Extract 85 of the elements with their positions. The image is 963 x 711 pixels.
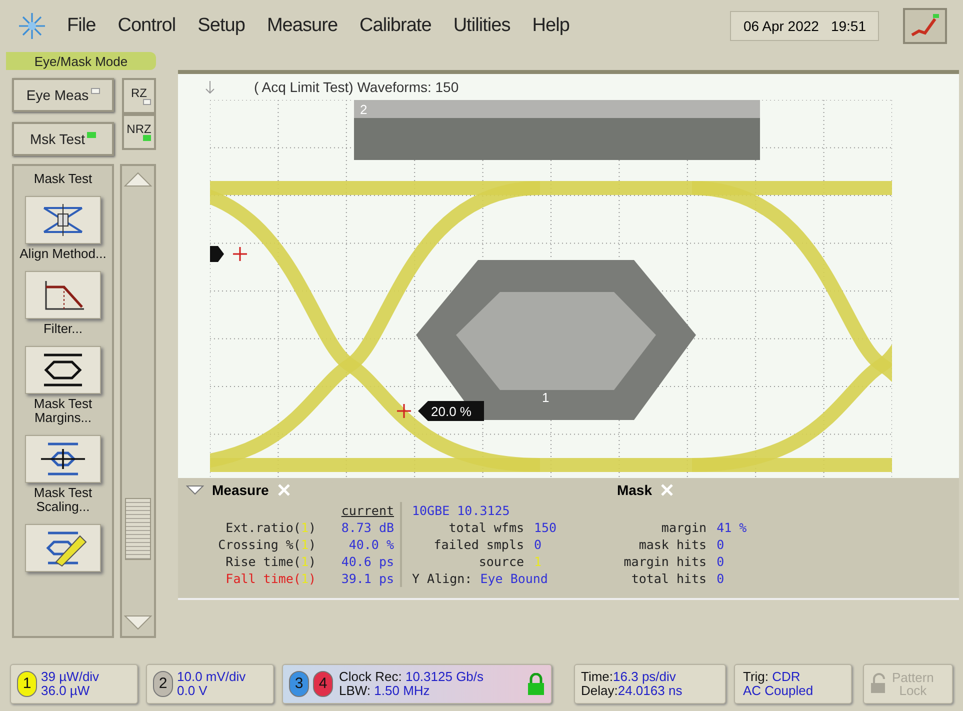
trigger-source: Trig: CDR [743, 670, 800, 684]
mode-button[interactable]: Eye Meas [12, 78, 114, 112]
stat-value: 0 [534, 536, 542, 553]
stat-value: 0 [716, 553, 724, 570]
stat-value: Eye Bound [480, 570, 548, 587]
softkey-button[interactable] [25, 271, 101, 319]
crosshair-marker-icon [396, 403, 412, 419]
measurement-label[interactable]: Ext.ratio(1) [226, 519, 316, 536]
loop-bandwidth: LBW: 1.50 MHz [339, 684, 431, 698]
scrollbar[interactable] [120, 164, 156, 638]
scroll-thumb[interactable] [125, 498, 151, 560]
reading-label [418, 401, 484, 421]
down-arrow-icon [204, 79, 216, 95]
stat-label: source [478, 553, 524, 570]
unlocked-padlock-icon [870, 673, 888, 695]
softkey-label: Align Method... [18, 247, 108, 261]
softkey-button[interactable] [25, 346, 101, 394]
channel-badge[interactable]: 3 [289, 671, 309, 697]
stat-label: total hits [630, 570, 707, 587]
menu-item[interactable]: Control [118, 12, 176, 40]
acquisition-status: ( Acq Limit Test) Waveforms: 150 [254, 78, 459, 97]
panel-heading: Mask Test [34, 172, 92, 186]
stat-value: 1 [534, 553, 542, 570]
channel-scale: 10.0 mV/div [177, 670, 246, 684]
scroll-up-icon[interactable] [123, 170, 153, 188]
channel-scale: 39 µW/div [41, 670, 100, 684]
time-text: 19:51 [830, 16, 866, 36]
mode-button[interactable]: Msk Test [12, 122, 114, 156]
menu-item[interactable]: Measure [266, 12, 338, 40]
trigger-coupling: AC Coupled [743, 684, 814, 698]
close-icon[interactable] [276, 483, 291, 497]
stat-label: mask hits [638, 536, 707, 553]
measurement-value: 40.0 % [348, 536, 394, 553]
menu-item[interactable]: File [67, 12, 96, 40]
format-button[interactable]: RZ [122, 78, 156, 114]
stat-label: failed smpls [432, 536, 524, 553]
softkey-label: Mask Test Margins... [32, 397, 94, 425]
mask-number: 2 [360, 102, 368, 117]
stat-value: 0 [716, 536, 724, 553]
clock-rate: Clock Rec: 10.3125 Gb/s [339, 670, 484, 684]
run-button[interactable] [903, 8, 947, 44]
timebase-button[interactable]: Time:16.3 ps/div Delay:24.0163 ns [574, 664, 726, 704]
starburst-logo-icon [16, 10, 48, 42]
measurement-label[interactable]: Crossing %(1) [218, 536, 316, 553]
signal-icon [909, 13, 941, 39]
menu-item[interactable]: Calibrate [360, 12, 432, 40]
channel-badge[interactable]: 4 [313, 671, 333, 697]
measurement-label[interactable]: Rise time(1) [226, 553, 316, 570]
stat-value: 41 % [716, 519, 747, 536]
timebase-setting: Time:16.3 ps/div [581, 670, 676, 684]
measurement-value: 8.73 dB [340, 519, 394, 536]
menu-item[interactable]: Setup [198, 12, 245, 40]
collapse-icon[interactable] [186, 484, 204, 496]
mask-number: 1 [542, 390, 550, 405]
stat-label: Y Align: [412, 570, 472, 587]
channel-scale: 0.0 V [177, 684, 208, 698]
measurement-value: 39.1 ps [340, 570, 394, 587]
mode-label: Eye/Mask Mode [6, 52, 156, 70]
softkey-button[interactable] [25, 196, 101, 244]
marker-arrow-icon [210, 246, 224, 262]
menu-item[interactable]: Help [532, 12, 570, 40]
softkey-label: Filter... [42, 322, 84, 336]
softkey-button[interactable] [25, 435, 101, 483]
stat-label: total wfms [448, 519, 524, 536]
stat-label: margin hits [622, 553, 707, 570]
softkey-label: Mask Test Scaling... [32, 486, 94, 514]
menu-item[interactable]: Utilities [453, 12, 510, 40]
channel-scale: 36.0 µW [41, 684, 90, 698]
scroll-down-icon[interactable] [123, 614, 153, 632]
channel-badge[interactable]: 2 [153, 671, 173, 697]
mask-standard: 10GBE 10.3125 [412, 502, 511, 519]
channel-badge[interactable]: 1 [17, 671, 37, 697]
column-header: current [341, 502, 394, 519]
stat-value: 150 [534, 519, 557, 536]
marker-reading: 20.0 % [431, 404, 472, 419]
clock-recovery-button[interactable]: 3 4 Clock Rec: 10.3125 Gb/s LBW: 1.50 MHz [282, 664, 552, 704]
stat-label: margin [660, 519, 707, 536]
format-button[interactable]: NRZ [122, 114, 156, 150]
measurement-value: 40.6 ps [340, 553, 394, 570]
timebase-setting: Delay:24.0163 ns [581, 684, 682, 698]
date-text: 06 Apr 2022 [743, 16, 819, 36]
stat-value: 0 [716, 570, 724, 587]
crosshair-marker-icon [232, 246, 248, 262]
close-icon[interactable] [660, 483, 674, 497]
trigger-button[interactable]: Trig: CDR AC Coupled [734, 664, 852, 704]
